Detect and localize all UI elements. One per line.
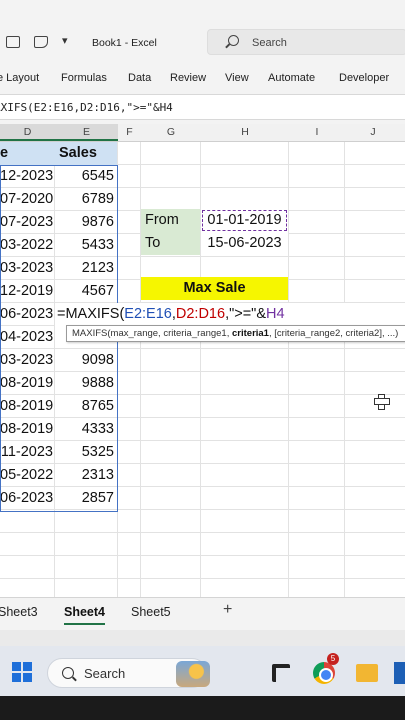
formula-bar-text: AXIFS(E2:E16,D2:D16,">="&H4 — [0, 101, 173, 114]
add-sheet-button[interactable]: + — [223, 601, 232, 619]
tab-developer[interactable]: Developer — [339, 72, 389, 84]
tab-formulas[interactable]: Formulas — [61, 72, 107, 84]
column-header-d[interactable]: D — [0, 124, 55, 141]
date-cell[interactable]: 04-2023 — [0, 326, 55, 349]
sales-cell[interactable]: 9876 — [55, 211, 117, 234]
task-view-icon[interactable] — [272, 664, 290, 682]
date-cell[interactable]: 07-2023 — [0, 211, 55, 234]
column-header-i[interactable]: I — [289, 126, 345, 138]
chrome-icon[interactable] — [313, 662, 335, 684]
tooltip-args-after: , [criteria_range2, criteria2], ...) — [268, 328, 399, 339]
sales-cell[interactable]: 5325 — [55, 441, 117, 464]
formula-edit-cell[interactable]: =MAXIFS(E2:E16,D2:D16,">="&H4 — [55, 303, 345, 326]
column-header-e[interactable]: E — [55, 124, 118, 141]
date-cell[interactable]: 08-2019 — [0, 395, 55, 418]
sheet-tab-bar: Sheet3 Sheet4 Sheet5 + — [0, 597, 405, 630]
formula-operator: ,">="& — [225, 306, 266, 322]
excel-screen: ▾ Book1 - Excel Search e Layout Formulas… — [0, 0, 405, 720]
from-date-cell[interactable]: 01-01-2019 — [201, 209, 288, 232]
sales-cell[interactable]: 8765 — [55, 395, 117, 418]
date-cell[interactable]: 11-2023 — [0, 441, 55, 464]
cell-select-cursor-icon — [374, 394, 390, 410]
max-sale-label-cell[interactable]: Max Sale — [141, 277, 288, 300]
window-title: Book1 - Excel — [92, 37, 157, 49]
taskbar-search-label: Search — [84, 666, 126, 681]
taskbar-search-icon — [62, 667, 74, 679]
tooltip-args-before: max_range, criteria_range1, — [110, 328, 232, 339]
column-header-j[interactable]: J — [345, 126, 401, 138]
date-cell[interactable]: 12-2019 — [0, 280, 55, 303]
sales-cell[interactable]: 9888 — [55, 372, 117, 395]
sales-cell[interactable]: 4567 — [55, 280, 117, 303]
search-icon — [228, 35, 239, 46]
date-cell[interactable]: 08-2019 — [0, 418, 55, 441]
sales-cell[interactable]: 6789 — [55, 188, 117, 211]
tab-sheet5[interactable]: Sheet5 — [131, 605, 171, 619]
windows-taskbar: Search 5 — [0, 646, 405, 696]
autosave-icon[interactable] — [6, 36, 20, 48]
date-cell[interactable]: 06-2023 — [0, 303, 55, 326]
sales-cell[interactable]: 4333 — [55, 418, 117, 441]
tab-review[interactable]: Review — [170, 72, 206, 84]
column-header-f[interactable]: F — [118, 126, 141, 138]
monitor-bezel — [0, 696, 405, 720]
tooltip-function: MAXIFS( — [72, 328, 111, 339]
date-cell[interactable]: 08-2019 — [0, 372, 55, 395]
sales-cell[interactable]: 2123 — [55, 257, 117, 280]
windows-start-icon[interactable] — [12, 662, 32, 682]
customize-toolbar-chevron-icon[interactable]: ▾ — [62, 34, 68, 47]
date-cell[interactable]: 03-2022 — [0, 234, 55, 257]
formula-ref-h4: H4 — [266, 306, 285, 322]
tab-sheet3[interactable]: Sheet3 — [0, 605, 38, 619]
to-label-cell[interactable]: To — [141, 232, 200, 255]
sales-cell[interactable]: 6545 — [55, 165, 117, 188]
date-cell[interactable]: 05-2022 — [0, 464, 55, 487]
column-header-g[interactable]: G — [141, 126, 201, 138]
sales-cell[interactable]: 2857 — [55, 487, 117, 510]
function-signature-tooltip[interactable]: MAXIFS(max_range, criteria_range1, crite… — [66, 325, 405, 342]
column-headers: D E F G H I J — [0, 124, 405, 142]
tab-view[interactable]: View — [225, 72, 249, 84]
sales-cell[interactable]: 2313 — [55, 464, 117, 487]
app-icon[interactable] — [394, 662, 405, 684]
date-cell[interactable]: 03-2023 — [0, 257, 55, 280]
search-placeholder: Search — [252, 37, 287, 49]
sales-cell[interactable]: 9098 — [55, 349, 117, 372]
to-date-cell[interactable]: 15-06-2023 — [201, 232, 288, 255]
worksheet-grid[interactable]: e Sales 12-2023 6545 07-2020 6789 07-202… — [0, 142, 405, 597]
formula-prefix: =MAXIFS( — [57, 306, 125, 322]
tab-page-layout[interactable]: e Layout — [0, 72, 39, 84]
formula-bar[interactable]: AXIFS(E2:E16,D2:D16,">="&H4 — [0, 94, 405, 120]
search-highlight-image — [176, 661, 210, 687]
sales-cell[interactable]: 5433 — [55, 234, 117, 257]
comment-icon[interactable] — [34, 36, 48, 48]
date-cell[interactable]: 03-2023 — [0, 349, 55, 372]
date-cell[interactable]: 12-2023 — [0, 165, 55, 188]
formula-range-max: E2:E16 — [124, 306, 172, 322]
tab-sheet4[interactable]: Sheet4 — [64, 605, 105, 625]
title-bar: ▾ Book1 - Excel Search — [0, 26, 405, 60]
ribbon-tabs: e Layout Formulas Data Review View Autom… — [0, 66, 405, 92]
date-cell[interactable]: 07-2020 — [0, 188, 55, 211]
header-cell-sales[interactable]: Sales — [55, 142, 117, 165]
status-bar — [0, 630, 405, 646]
tab-automate[interactable]: Automate — [268, 72, 315, 84]
tab-data[interactable]: Data — [128, 72, 151, 84]
tooltip-current-arg: criteria1 — [232, 328, 269, 339]
search-box[interactable]: Search — [207, 29, 405, 55]
file-explorer-icon[interactable] — [356, 664, 378, 682]
from-label-cell[interactable]: From — [141, 209, 200, 232]
column-header-h[interactable]: H — [201, 126, 289, 138]
date-cell[interactable]: 06-2023 — [0, 487, 55, 510]
taskbar-search-box[interactable]: Search — [47, 658, 210, 688]
formula-range-criteria: D2:D16 — [175, 306, 226, 322]
notification-badge: 5 — [327, 653, 339, 665]
header-cell-date[interactable]: e — [0, 142, 55, 165]
